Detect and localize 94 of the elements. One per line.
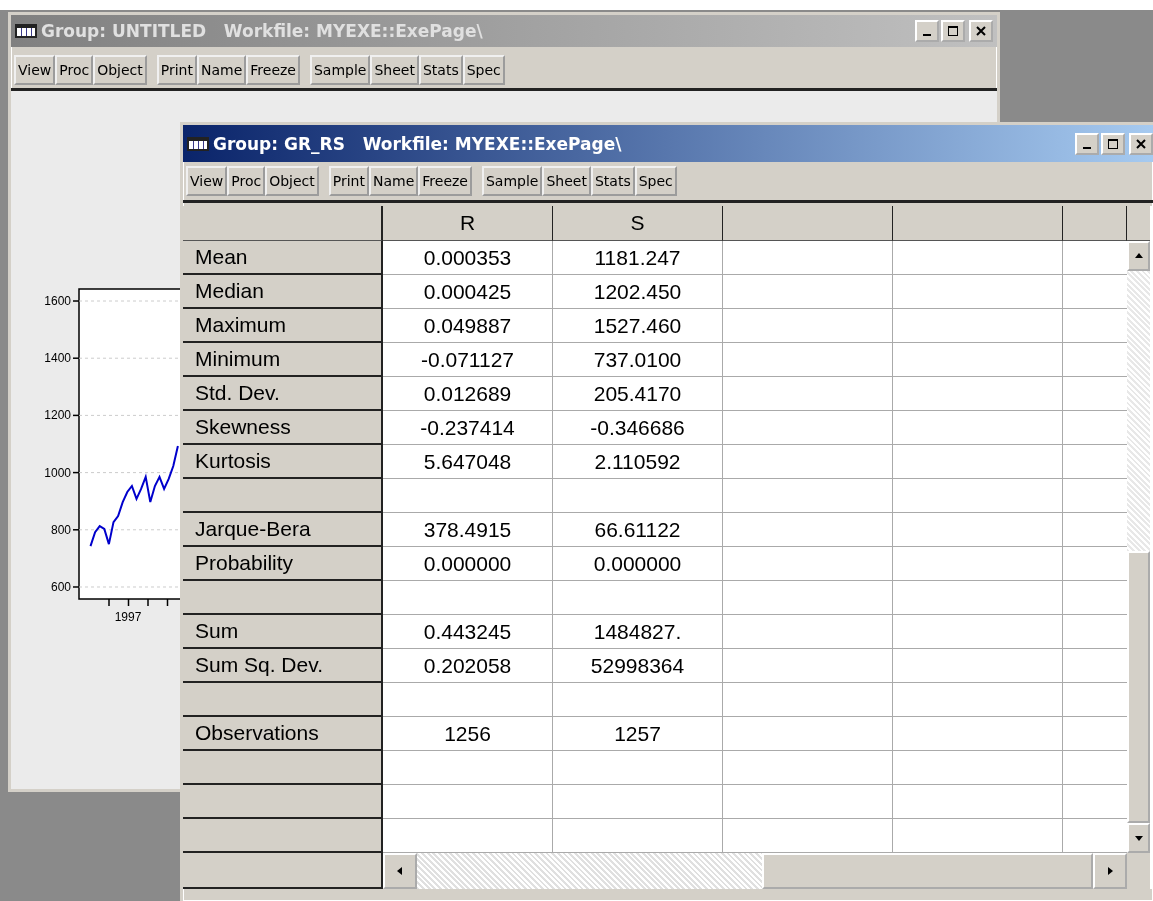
toolbar-button[interactable]: Freeze (246, 55, 300, 85)
toolbar-button[interactable]: Name (197, 55, 247, 85)
toolbar-button[interactable]: Spec (462, 55, 505, 85)
maximize-icon (1107, 137, 1119, 150)
column-header: R (383, 206, 553, 241)
row-header: Jarque-Bera (183, 513, 383, 547)
triangle-icon (1105, 866, 1115, 876)
window-icon (187, 136, 209, 151)
axis-label: 600 (50, 580, 71, 594)
scroll-up-button[interactable] (1127, 241, 1150, 271)
minimize-button[interactable] (1075, 132, 1099, 155)
toolbar-button[interactable]: View (186, 166, 228, 196)
table-cell: 1202.450 (553, 275, 723, 309)
window-icon (15, 24, 37, 38)
row-header: Median (183, 275, 383, 309)
table-cell: 0.000425 (383, 275, 553, 309)
size-grip[interactable] (1127, 853, 1150, 889)
table-cell: 5.647048 (383, 445, 553, 479)
triangle-icon (1133, 251, 1144, 261)
row-header: Probability (183, 547, 383, 581)
maximize-icon (947, 25, 959, 37)
table-cell: 1527.460 (553, 309, 723, 343)
toolbar-button[interactable]: Print (156, 55, 197, 85)
close-icon (975, 25, 987, 37)
minimize-icon (923, 34, 931, 36)
table-cell: 737.0100 (553, 343, 723, 377)
table-cell: 66.61122 (553, 513, 723, 547)
maximize-button[interactable] (1101, 132, 1125, 155)
row-header: Sum Sq. Dev. (183, 649, 383, 683)
toolbar-button[interactable]: Sheet (370, 55, 419, 85)
toolbar-button[interactable]: View (14, 55, 56, 85)
row-header: Skewness (183, 411, 383, 445)
table-cell: 0.012689 (383, 377, 553, 411)
table-cell: 0.049887 (383, 309, 553, 343)
axis-label: 1200 (44, 408, 71, 423)
close-button[interactable] (1129, 132, 1153, 155)
toolbar-button[interactable]: Stats (590, 166, 635, 196)
axis-label: 1997 (114, 610, 142, 624)
table-cell: 1256 (383, 717, 553, 751)
toolbar-button[interactable]: Spec (634, 166, 677, 196)
scroll-left-button[interactable] (383, 853, 417, 889)
toolbar-button[interactable]: Sheet (542, 166, 591, 196)
window-title: Group: UNTITLED Workfile: MYEXE::ExePage\ (41, 21, 484, 41)
row-header: Std. Dev. (183, 377, 383, 411)
maximize-button[interactable] (941, 20, 965, 42)
scrollbar-thumb[interactable] (1127, 551, 1150, 823)
axis-label: 1600 (44, 294, 71, 308)
window-title: Group: GR_RS Workfile: MYEXE::ExePage\ (213, 133, 623, 154)
toolbar-button[interactable]: Object (93, 55, 147, 85)
horizontal-scrollbar[interactable] (383, 853, 1127, 889)
toolbar-button[interactable]: Freeze (418, 166, 472, 196)
table-cell: 0.000353 (383, 241, 553, 275)
scroll-down-button[interactable] (1127, 823, 1150, 853)
table-cell: 0.000000 (383, 547, 553, 581)
scrollbar-thumb[interactable] (762, 853, 1093, 889)
toolbar-button[interactable]: Sample (481, 166, 543, 196)
minimize-icon (1083, 146, 1091, 149)
toolbar-button[interactable]: Sample (309, 55, 371, 85)
table-cell: 378.4915 (383, 513, 553, 547)
table-cell: 1257 (553, 717, 723, 751)
close-button[interactable] (969, 20, 993, 42)
table-cell: 2.110592 (553, 445, 723, 479)
axis-label: 1400 (44, 351, 71, 366)
row-header: Observations (183, 717, 383, 751)
table-cell: 0.000000 (553, 547, 723, 581)
row-header: Mean (183, 241, 383, 275)
column-header: S (553, 206, 723, 241)
axis-label: 800 (50, 522, 71, 537)
table-cell: 0.202058 (383, 649, 553, 683)
triangle-icon (1133, 833, 1144, 843)
table-cell: 205.4170 (553, 377, 723, 411)
toolbar-button[interactable]: Name (369, 166, 419, 196)
toolbar-button[interactable]: Object (265, 166, 319, 196)
row-header: Kurtosis (183, 445, 383, 479)
triangle-icon (395, 866, 405, 876)
toolbar-button[interactable]: Stats (418, 55, 463, 85)
table-cell: 0.443245 (383, 615, 553, 649)
minimize-button[interactable] (915, 20, 939, 42)
table-cell: 52998364 (553, 649, 723, 683)
vertical-scrollbar[interactable] (1127, 241, 1150, 853)
table-cell: 1181.247 (553, 241, 723, 275)
table-cell: 1484827. (553, 615, 723, 649)
header-cell (1127, 206, 1150, 241)
row-header: Minimum (183, 343, 383, 377)
table-cell: -0.346686 (553, 411, 723, 445)
toolbar-button[interactable]: Proc (227, 166, 266, 196)
row-header: Maximum (183, 309, 383, 343)
toolbar-button[interactable]: Proc (55, 55, 94, 85)
row-header: Sum (183, 615, 383, 649)
table-cell: -0.237414 (383, 411, 553, 445)
close-icon (1135, 137, 1147, 150)
axis-label: 1000 (44, 465, 71, 480)
table-cell: -0.071127 (383, 343, 553, 377)
toolbar-button[interactable]: Print (328, 166, 369, 196)
